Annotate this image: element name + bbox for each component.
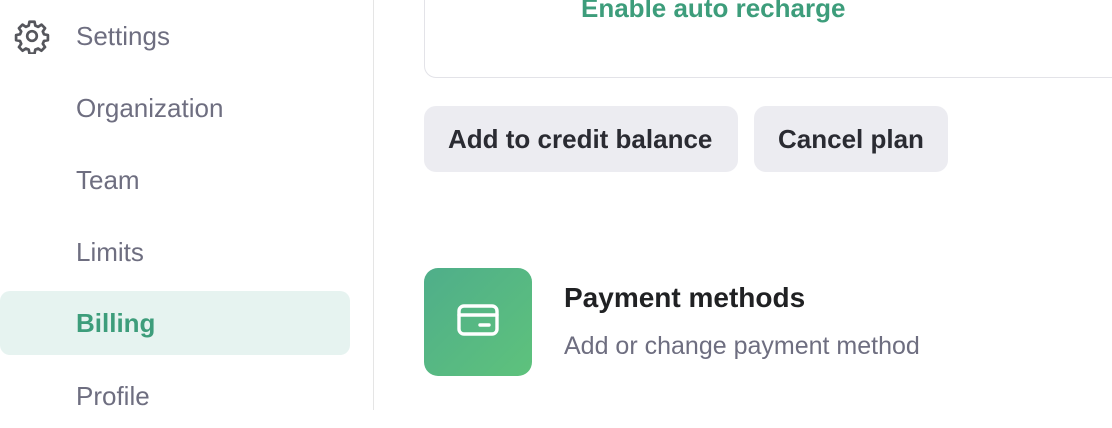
sidebar-item-profile[interactable]: Profile — [0, 364, 350, 428]
sidebar-item-organization[interactable]: Organization — [0, 76, 350, 140]
cancel-plan-button[interactable]: Cancel plan — [754, 106, 948, 172]
auto-recharge-card: Enable auto recharge — [424, 0, 1112, 78]
sidebar-item-label: Limits — [76, 236, 144, 267]
add-to-credit-balance-button[interactable]: Add to credit balance — [424, 106, 738, 172]
sidebar-item-limits[interactable]: Limits — [0, 220, 350, 284]
sidebar-item-billing[interactable]: Billing — [0, 291, 350, 355]
sidebar: Settings Organization Team Limits Billin… — [0, 0, 374, 411]
settings-label: Settings — [76, 20, 170, 51]
enable-auto-recharge-link[interactable]: Enable auto recharge — [581, 0, 845, 24]
payment-methods-title[interactable]: Payment methods — [564, 282, 805, 314]
sidebar-item-team[interactable]: Team — [0, 148, 350, 212]
sidebar-item-label: Team — [76, 164, 140, 195]
payment-methods-subtitle: Add or change payment method — [564, 332, 920, 360]
billing-main: Enable auto recharge Add to credit balan… — [374, 0, 1112, 410]
credit-card-icon — [456, 302, 500, 343]
sidebar-item-label: Billing — [76, 307, 156, 338]
sidebar-item-label: Organization — [76, 92, 224, 123]
settings-header: Settings — [14, 14, 170, 58]
sidebar-item-label: Profile — [76, 380, 150, 411]
gear-icon — [14, 18, 50, 54]
payment-methods-tile[interactable] — [424, 268, 532, 376]
